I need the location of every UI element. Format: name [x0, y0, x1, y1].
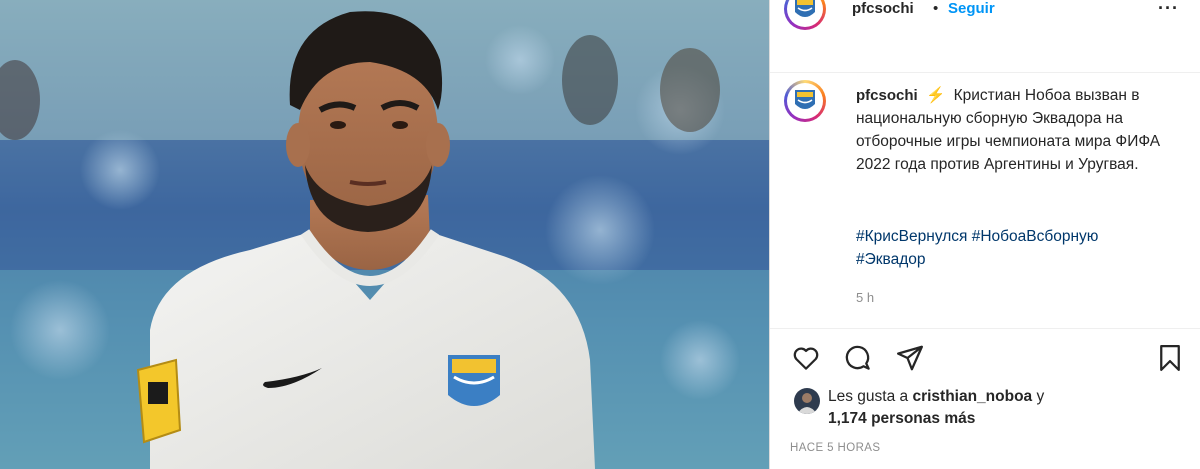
comment-icon — [845, 345, 870, 370]
post-side-panel: pfcsochi • Seguir ··· pfcsochi ⚡ Кристиа… — [770, 0, 1200, 469]
like-button[interactable] — [788, 338, 824, 378]
share-button[interactable] — [892, 338, 928, 378]
bookmark-icon — [1160, 345, 1180, 371]
header-username[interactable]: pfcsochi — [852, 0, 914, 17]
post-header: pfcsochi • Seguir ··· — [770, 0, 1200, 73]
hashtag-link[interactable]: #Эквадор — [856, 251, 926, 268]
caption-timestamp[interactable]: 5 h — [856, 290, 874, 305]
profile-avatar[interactable] — [784, 0, 826, 30]
liker-username[interactable]: cristhian_noboa — [912, 388, 1032, 405]
comment-button[interactable] — [840, 338, 876, 378]
likes-text: Les gusta a cristhian_noboa y 1,174 pers… — [828, 386, 1188, 430]
likes-prefix: Les gusta a — [828, 388, 913, 405]
club-badge — [448, 355, 500, 406]
hashtag-link[interactable]: #НобоаВсборную — [972, 228, 1099, 245]
actions-divider — [770, 328, 1200, 329]
club-logo-icon — [795, 90, 815, 109]
lightning-icon: ⚡ — [926, 87, 946, 104]
user-avatar-icon — [797, 393, 817, 414]
likes-count[interactable]: 1,174 personas más — [828, 410, 975, 427]
more-options-button[interactable]: ··· — [1158, 0, 1179, 19]
sleeve-patch — [136, 358, 182, 444]
follow-button[interactable]: Seguir — [948, 0, 995, 17]
heart-icon — [793, 347, 819, 370]
caption-avatar[interactable] — [784, 80, 826, 122]
caption-username[interactable]: pfcsochi — [856, 87, 918, 104]
likes-and: y — [1032, 388, 1045, 405]
player-photo — [0, 0, 769, 469]
paper-plane-icon — [897, 345, 923, 371]
action-bar — [770, 338, 1200, 378]
club-logo-icon — [795, 0, 815, 17]
hashtag-list: #КрисВернулся #НобоаВсборную #Эквадор — [856, 225, 1186, 271]
separator-dot: • — [933, 0, 939, 17]
hashtag-link[interactable]: #КрисВернулся — [856, 228, 967, 245]
liker-avatar[interactable] — [794, 388, 820, 414]
post-timestamp[interactable]: HACE 5 HORAS — [790, 442, 880, 454]
save-button[interactable] — [1152, 338, 1188, 378]
post-photo[interactable] — [0, 0, 769, 469]
caption: pfcsochi ⚡ Кристиан Нобоа вызван в нацио… — [856, 84, 1186, 176]
